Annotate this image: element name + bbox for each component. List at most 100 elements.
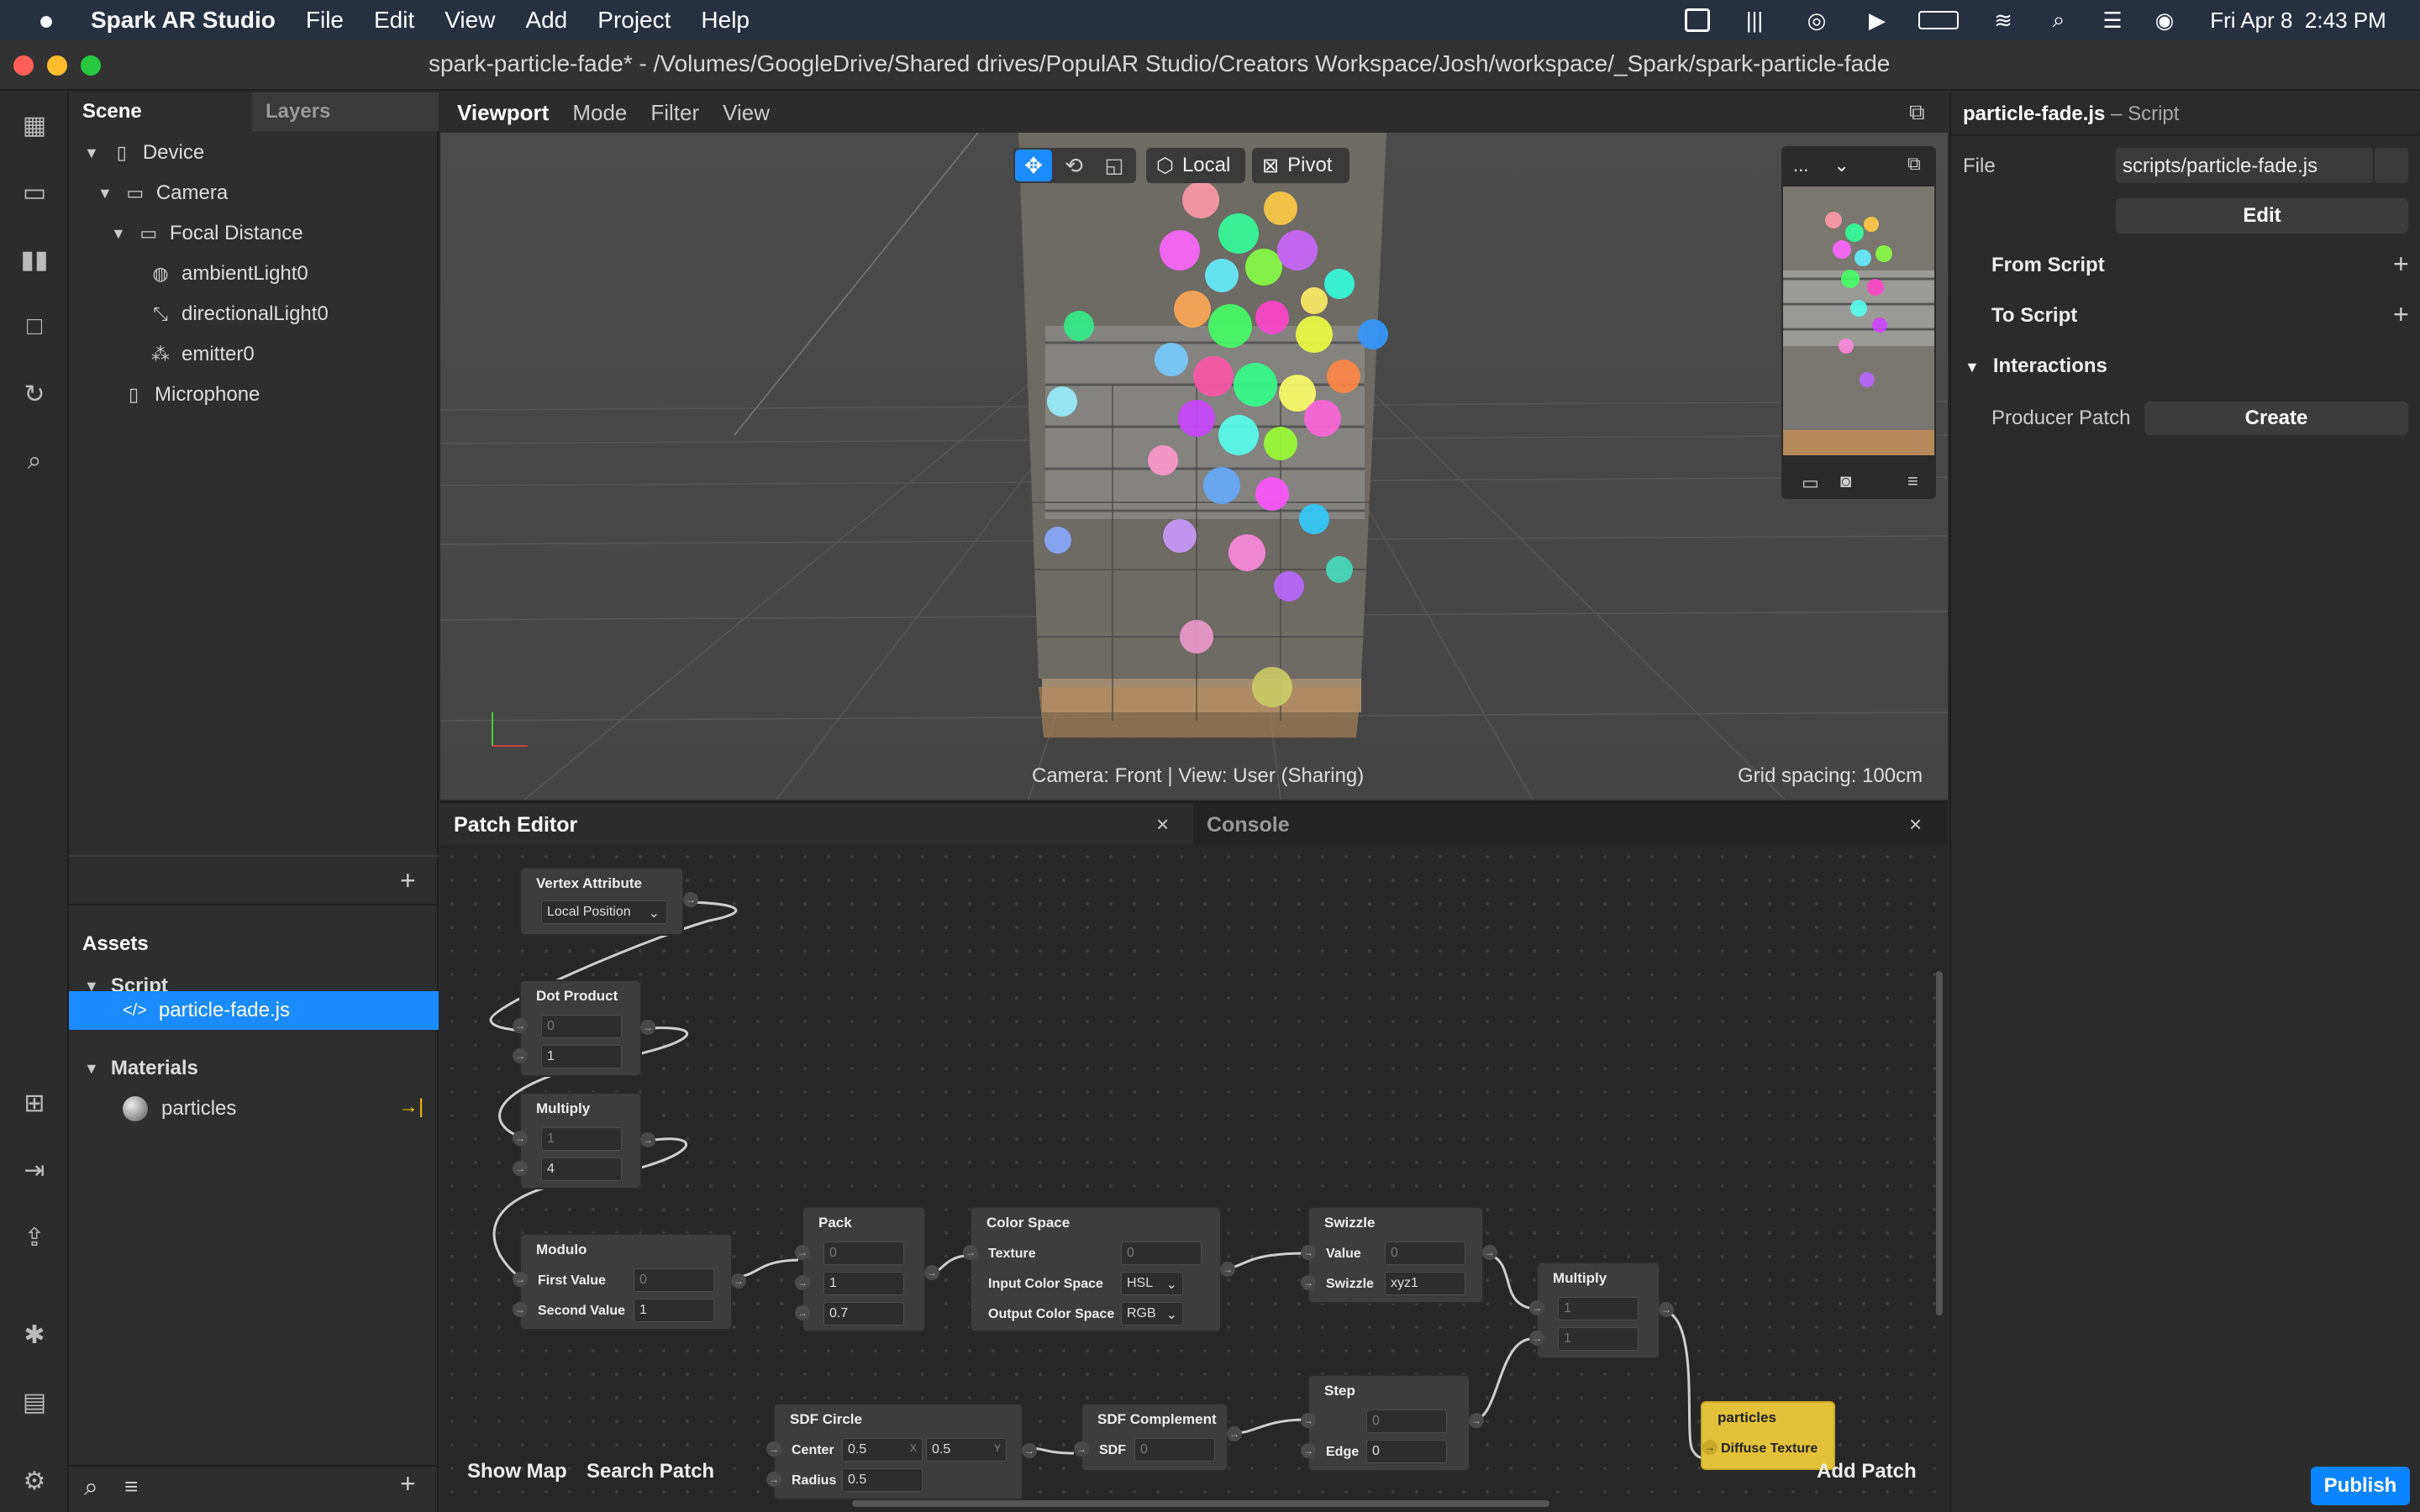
multiply-input-1[interactable]: 1	[541, 1127, 622, 1151]
create-button[interactable]: Create	[2144, 402, 2408, 435]
wifi-icon[interactable]: ≋	[1986, 0, 2020, 40]
assets-search-icon[interactable]: ⌕	[84, 1473, 98, 1502]
vertical-scrollbar[interactable]	[1936, 971, 1943, 1315]
apple-icon[interactable]: ●	[34, 5, 59, 36]
multiply-input-2[interactable]: 1	[1558, 1327, 1639, 1351]
maximize-window-button[interactable]	[81, 55, 101, 76]
minimize-window-button[interactable]	[47, 55, 67, 76]
swizzle-pattern[interactable]: xyz1	[1385, 1272, 1465, 1295]
menu-edit[interactable]: Edit	[374, 7, 414, 34]
close-patch-editor-icon[interactable]: ×	[1156, 811, 1169, 837]
modulo-second-value[interactable]: 1	[634, 1299, 714, 1322]
expand-icon[interactable]: ▼	[111, 225, 126, 243]
link-arrow-icon[interactable]: →|	[398, 1095, 424, 1119]
file-path-field[interactable]: scripts/particle-fade.js	[2116, 148, 2373, 183]
tab-view[interactable]: View	[723, 100, 770, 126]
output-port[interactable]: →	[640, 1132, 655, 1147]
node-modulo[interactable]: Modulo First Value 0 Second Value 1	[519, 1233, 733, 1331]
screenshot-icon[interactable]: ◙	[1840, 470, 1851, 492]
tab-console[interactable]: Console	[1207, 813, 1290, 837]
expand-icon[interactable]: ▼	[84, 1060, 99, 1078]
input-port[interactable]: →	[766, 1441, 781, 1457]
tree-item-device[interactable]: ▼ ▯ Device	[84, 136, 204, 170]
output-port[interactable]: →	[1659, 1302, 1674, 1317]
input-port[interactable]: →	[513, 1018, 528, 1033]
sdf-complement-input[interactable]: 0	[1134, 1438, 1215, 1462]
output-port[interactable]: →	[683, 892, 698, 907]
node-sdf-complement[interactable]: SDF Complement SDF 0	[1081, 1403, 1228, 1472]
modulo-first-value[interactable]: 0	[634, 1268, 714, 1292]
video-icon[interactable]: ▭	[15, 173, 54, 212]
close-console-icon[interactable]: ×	[1909, 811, 1922, 837]
node-swizzle[interactable]: Swizzle Value 0 Swizzle xyz1	[1307, 1206, 1484, 1304]
input-port[interactable]: →	[1074, 1441, 1089, 1457]
pack-input-2[interactable]: 1	[823, 1272, 904, 1295]
search-patch-button[interactable]: Search Patch	[587, 1460, 714, 1483]
input-port[interactable]: →	[1529, 1300, 1544, 1315]
pack-input-1[interactable]: 0	[823, 1242, 904, 1265]
square-icon[interactable]: □	[15, 307, 54, 346]
add-object-icon[interactable]: +	[400, 865, 416, 896]
input-port[interactable]: →	[1702, 1440, 1718, 1455]
tree-item-microphone[interactable]: ▯ Microphone	[123, 378, 260, 412]
tree-item-directional-light[interactable]: ⤡ directionalLight0	[150, 297, 329, 331]
asset-item-material[interactable]: particles	[123, 1092, 236, 1126]
focus-icon[interactable]: ◎	[1800, 0, 1833, 40]
node-sdf-circle[interactable]: SDF Circle Center 0.5 X 0.5 Y Radius 0.5	[773, 1403, 1023, 1500]
input-port[interactable]: →	[1529, 1331, 1544, 1346]
menu-view[interactable]: View	[445, 7, 495, 34]
popout-icon[interactable]: ⧉	[1909, 99, 1925, 126]
input-port[interactable]: →	[1301, 1413, 1316, 1428]
input-port[interactable]: →	[766, 1472, 781, 1487]
upload-icon[interactable]: ⇪	[15, 1218, 54, 1257]
output-port[interactable]: →	[924, 1265, 939, 1280]
tab-mode[interactable]: Mode	[572, 100, 627, 126]
output-port[interactable]: →	[1469, 1413, 1484, 1428]
viewport-canvas[interactable]: ✥ ⟲ ◱ ⬡ Local ⊠ Pivot ... ⌄ ⧉ ▭ ◙ ≡ Camera:…	[440, 133, 1948, 800]
input-port[interactable]: →	[513, 1048, 528, 1063]
refresh-icon[interactable]: ↻	[15, 375, 54, 413]
input-port[interactable]: →	[1301, 1245, 1316, 1260]
tree-item-camera[interactable]: ▼ ▭ Camera	[97, 176, 228, 210]
menu-icon[interactable]: ≡	[1907, 470, 1918, 492]
node-pack[interactable]: Pack 0 1 0.7	[802, 1206, 926, 1332]
layout-icon[interactable]: ▦	[15, 106, 54, 144]
pause-icon[interactable]: ▮▮	[15, 240, 54, 279]
move-tool-button[interactable]: ✥	[1015, 150, 1052, 181]
input-color-space-dropdown[interactable]: HSL ⌄	[1121, 1272, 1183, 1295]
assets-group-materials[interactable]: ▼ Materials	[84, 1052, 198, 1085]
scale-tool-button[interactable]: ◱	[1096, 150, 1133, 181]
pack-input-3[interactable]: 0.7	[823, 1302, 904, 1326]
expand-icon[interactable]: ▼	[97, 185, 113, 202]
input-port[interactable]: →	[1301, 1275, 1316, 1290]
sdf-center-x[interactable]: 0.5 X	[842, 1438, 923, 1462]
input-port[interactable]: →	[1301, 1443, 1316, 1458]
app-menu[interactable]: Spark AR Studio	[91, 7, 276, 34]
audio-icon[interactable]: |||	[1738, 0, 1771, 40]
close-window-button[interactable]	[13, 55, 34, 76]
sdf-center-y[interactable]: 0.5 Y	[926, 1438, 1007, 1462]
multiply-input-1[interactable]: 1	[1558, 1297, 1639, 1320]
tree-item-focal-distance[interactable]: ▼ ▭ Focal Distance	[111, 217, 303, 250]
output-port[interactable]: →	[640, 1020, 655, 1035]
node-vertex-attribute[interactable]: Vertex Attribute Local Position ⌄	[519, 867, 684, 936]
tab-patch-editor[interactable]: Patch Editor	[454, 813, 577, 837]
tree-item-ambient-light[interactable]: ◍ ambientLight0	[150, 257, 308, 291]
docs-icon[interactable]: ▤	[15, 1383, 54, 1421]
menu-file[interactable]: File	[306, 7, 344, 34]
input-port[interactable]: →	[513, 1131, 528, 1146]
color-space-texture[interactable]: 0	[1121, 1242, 1202, 1265]
add-folder-icon[interactable]: ⊞	[15, 1084, 54, 1122]
settings-icon[interactable]: ⚙	[15, 1462, 54, 1500]
add-patch-button[interactable]: Add Patch	[1817, 1460, 1917, 1483]
tab-scene[interactable]: Scene	[69, 92, 252, 131]
tab-filter[interactable]: Filter	[650, 100, 699, 126]
search-icon[interactable]: ⌕	[2042, 0, 2075, 40]
input-port[interactable]: →	[963, 1245, 978, 1260]
node-multiply[interactable]: Multiply 1 4	[519, 1092, 642, 1189]
patch-canvas[interactable]: Vertex Attribute Local Position ⌄ → Dot P…	[440, 845, 1948, 1512]
tab-layers[interactable]: Layers	[252, 92, 439, 131]
multiply-input-2[interactable]: 4	[541, 1158, 622, 1181]
node-particles-material[interactable]: particles Diffuse Texture	[1701, 1401, 1835, 1470]
rotate-tool-button[interactable]: ⟲	[1055, 150, 1092, 181]
